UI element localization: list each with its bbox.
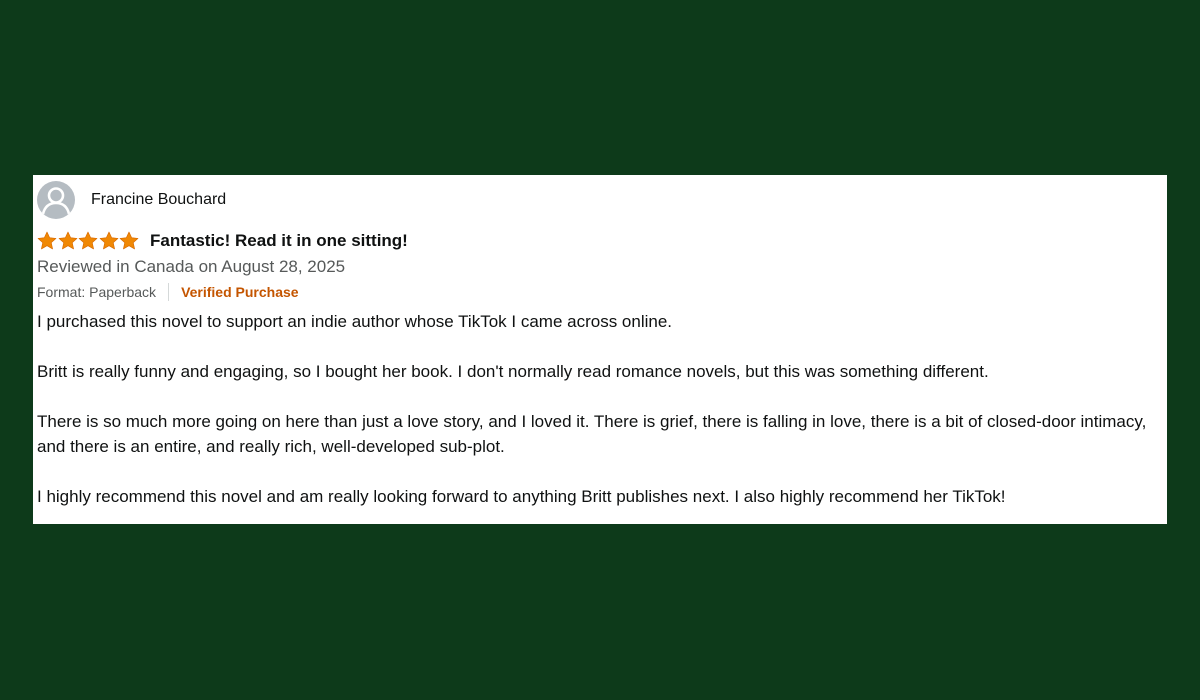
avatar[interactable]: [37, 181, 75, 219]
review-title[interactable]: Fantastic! Read it in one sitting!: [150, 231, 408, 251]
verified-purchase-badge: Verified Purchase: [181, 284, 299, 300]
review-paragraph: Britt is really funny and engaging, so I…: [37, 362, 989, 381]
review-paragraph: I highly recommend this novel and am rea…: [37, 487, 1006, 506]
star-icon: [37, 231, 57, 250]
review-card: Francine Bouchard Fantastic! Read it in …: [33, 175, 1167, 524]
review-paragraph: I purchased this novel to support an ind…: [37, 312, 673, 331]
meta-divider: [168, 283, 170, 301]
rating-row: Fantastic! Read it in one sitting!: [37, 228, 1155, 254]
review-paragraph: There is so much more going on here than…: [37, 412, 1147, 456]
star-icon: [78, 231, 98, 250]
star-icon: [58, 231, 77, 250]
review-meta: Format: Paperback Verified Purchase: [37, 281, 1155, 303]
reviewer-name[interactable]: Francine Bouchard: [91, 191, 226, 209]
format-label: Format: Paperback: [37, 284, 157, 300]
star-rating[interactable]: [37, 231, 145, 251]
user-silhouette-icon: [41, 187, 71, 215]
star-icon: [99, 231, 118, 250]
reviewer-profile[interactable]: Francine Bouchard: [37, 180, 1155, 220]
review-date: Reviewed in Canada on August 28, 2025: [37, 257, 346, 276]
star-icon: [119, 231, 139, 250]
review-body: I purchased this novel to support an ind…: [37, 309, 1155, 509]
